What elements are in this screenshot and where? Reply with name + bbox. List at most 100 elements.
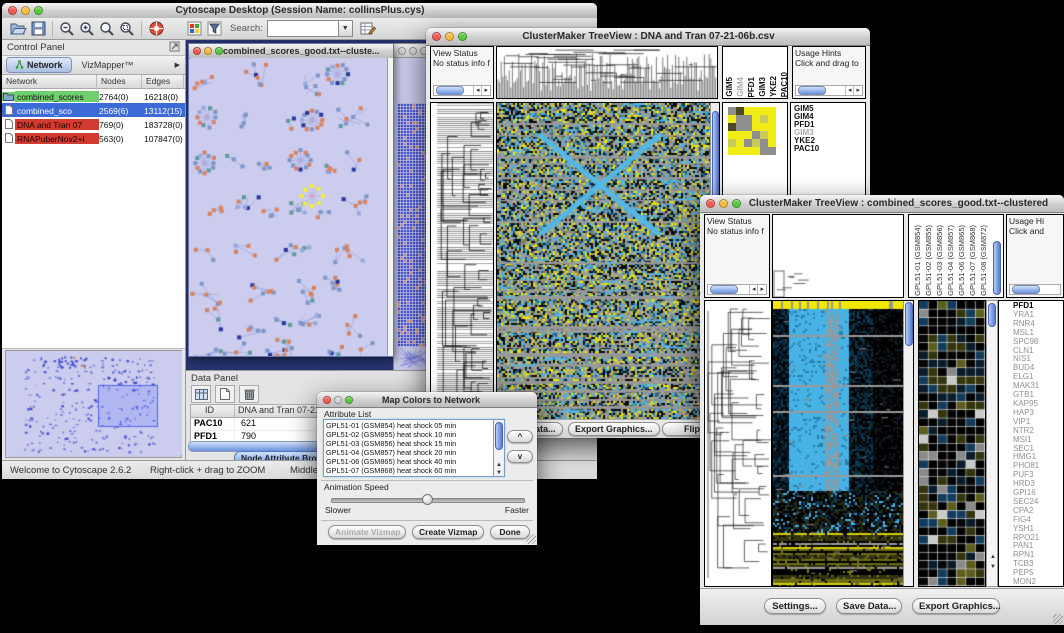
tv1-matrix-cell[interactable] — [760, 147, 768, 155]
tv2-column-dendrogram[interactable] — [772, 214, 904, 298]
attribute-list-item[interactable]: GPL51-06 (GSM865) heat shock 40 min — [326, 457, 490, 466]
tv2-zoom-heatmap[interactable] — [918, 300, 986, 587]
tv1-matrix-cell[interactable] — [728, 147, 736, 155]
tab-network[interactable]: Network — [6, 57, 72, 73]
scroll-up-arrow[interactable]: ▲ — [990, 554, 996, 560]
open-file-icon[interactable] — [8, 19, 28, 38]
tv2-collabel-scrollthumb[interactable] — [993, 241, 1001, 295]
tab-vizmapper[interactable]: VizMapper™ — [72, 60, 144, 70]
delete-attribute-icon[interactable] — [239, 385, 259, 403]
attribute-list-item[interactable]: GPL51-02 (GSM855) heat shock 10 min — [326, 430, 490, 439]
col-id-header[interactable]: ID — [191, 405, 235, 417]
close-button[interactable] — [398, 47, 406, 55]
tv1-matrix-cell[interactable] — [728, 115, 736, 123]
tv2-settings-button[interactable]: Settings... — [764, 598, 826, 614]
tv1-matrix-cell[interactable] — [744, 139, 752, 147]
tv2-export-graphics-button[interactable]: Export Graphics... — [912, 598, 1000, 614]
attribute-table-row[interactable]: PAC10621 — [191, 418, 321, 431]
scroll-up-arrow[interactable]: ▲ — [496, 462, 502, 468]
minimize-button[interactable] — [334, 396, 342, 404]
tv1-matrix-cell[interactable] — [768, 107, 776, 115]
tv1-gene-dendrogram[interactable] — [430, 102, 494, 420]
tv1-matrix-cell[interactable] — [760, 107, 768, 115]
table-mode-icon[interactable] — [191, 385, 211, 403]
tv1-matrix-cell[interactable] — [728, 139, 736, 147]
close-button[interactable] — [432, 32, 441, 41]
dialog-titlebar[interactable]: Map Colors to Network — [317, 392, 537, 408]
network-window-1[interactable]: combined_scores_good.txt--cluste... — [188, 43, 394, 357]
scroll-down-arrow[interactable]: ▼ — [990, 564, 996, 570]
tv2-global-heatmap[interactable] — [772, 300, 914, 587]
resize-grip[interactable] — [1053, 614, 1063, 624]
tv1-matrix-cell[interactable] — [752, 147, 760, 155]
minimize-button[interactable] — [445, 32, 454, 41]
zoom-in-icon[interactable] — [77, 19, 97, 38]
attribute-listbox[interactable]: GPL51-01 (GSM854) heat shock 05 minGPL51… — [323, 419, 505, 477]
tv1-column-dendrogram[interactable] — [496, 46, 718, 99]
attribute-list-item[interactable]: GPL51-07 (GSM868) heat shock 60 min — [326, 466, 490, 475]
tv1-matrix-cell[interactable] — [752, 131, 760, 139]
tv1-matrix-cell[interactable] — [760, 115, 768, 123]
new-attribute-icon[interactable] — [215, 385, 235, 403]
minimize-button[interactable] — [21, 6, 30, 15]
minimize-button[interactable] — [409, 47, 417, 55]
attribute-list-item[interactable]: GPL51-03 (GSM856) heat shock 15 min — [326, 439, 490, 448]
resize-grip[interactable] — [526, 534, 536, 544]
network-table-header-network[interactable]: Network — [2, 75, 97, 88]
tv2-zoom-vscrollbar[interactable]: ▲ ▼ — [986, 300, 998, 587]
tv2-save-data-button[interactable]: Save Data... — [836, 598, 902, 614]
tv1-matrix-cell[interactable] — [768, 115, 776, 123]
tv2-status-scrollbar[interactable]: ◂▸ — [707, 284, 767, 295]
zoom-button[interactable] — [458, 32, 467, 41]
tv1-matrix-cell[interactable] — [736, 139, 744, 147]
search-input[interactable] — [267, 20, 339, 37]
close-button[interactable] — [323, 396, 331, 404]
zoom-selected-icon[interactable] — [117, 19, 137, 38]
tv1-matrix-cell[interactable] — [752, 123, 760, 131]
filter-icon[interactable] — [204, 19, 224, 38]
float-panel-icon[interactable] — [169, 39, 180, 57]
attribute-list-item[interactable]: GPL51-01 (GSM854) heat shock 05 min — [326, 421, 490, 430]
tv1-matrix-cell[interactable] — [736, 107, 744, 115]
zoom-fit-icon[interactable] — [97, 19, 117, 38]
tv1-matrix-cell[interactable] — [728, 123, 736, 131]
slider-thumb[interactable] — [422, 494, 433, 505]
tab-overflow-arrow[interactable]: ▶ — [175, 61, 185, 69]
network-table-row[interactable]: RNAPuberNov2+I563(0)107847(0) — [2, 131, 185, 145]
tv1-matrix-cell[interactable] — [744, 147, 752, 155]
tv1-matrix-cell[interactable] — [728, 107, 736, 115]
help-lifering-icon[interactable] — [146, 19, 166, 38]
animate-vizmap-button[interactable]: Animate Vizmap — [328, 525, 406, 539]
network-table-row[interactable]: DNA and Tran 07769(0)183728(0) — [2, 117, 185, 131]
tv1-matrix-cell[interactable] — [744, 123, 752, 131]
tv1-matrix-cell[interactable] — [768, 123, 776, 131]
network-overview-panel[interactable] — [5, 350, 182, 458]
tv1-matrix-cell[interactable] — [760, 123, 768, 131]
tv1-usage-scrollbar[interactable]: ◂▸ — [795, 85, 863, 96]
create-vizmap-button[interactable]: Create Vizmap — [412, 525, 484, 539]
tv2-heatmap-vscrollbar[interactable] — [903, 301, 913, 586]
col-attr-header[interactable]: DNA and Tran 07-21-06 — [235, 405, 321, 417]
network-table-row[interactable]: combined_scores2764(0)16218(0) — [2, 89, 185, 103]
zoom-button[interactable] — [34, 6, 43, 15]
attribute-list-item[interactable]: GPL51-04 (GSM857) heat shock 20 min — [326, 448, 490, 457]
tv1-matrix-cell[interactable] — [728, 131, 736, 139]
zoom-button[interactable] — [345, 396, 353, 404]
treeview2-titlebar[interactable]: ClusterMaker TreeView : combined_scores_… — [700, 195, 1064, 213]
tv1-matrix-cell[interactable] — [744, 115, 752, 123]
close-button[interactable] — [706, 199, 715, 208]
search-dropdown-arrow[interactable]: ▼ — [339, 20, 353, 37]
network-table-header-edges[interactable]: Edges — [142, 75, 184, 88]
tv1-matrix-cell[interactable] — [736, 147, 744, 155]
tv1-matrix-cell[interactable] — [736, 123, 744, 131]
tv1-matrix-cell[interactable] — [744, 131, 752, 139]
scroll-down-arrow[interactable]: ▼ — [496, 470, 502, 476]
tv1-status-scrollbar[interactable]: ◂▸ — [433, 85, 491, 96]
network1-titlebar[interactable]: combined_scores_good.txt--cluste... — [189, 44, 393, 59]
animation-speed-slider[interactable] — [331, 498, 525, 503]
tv1-matrix-cell[interactable] — [752, 115, 760, 123]
tv1-matrix-cell[interactable] — [768, 147, 776, 155]
tv1-matrix-cell[interactable] — [744, 107, 752, 115]
tv1-global-heatmap[interactable] — [496, 102, 720, 420]
close-button[interactable] — [193, 47, 201, 55]
